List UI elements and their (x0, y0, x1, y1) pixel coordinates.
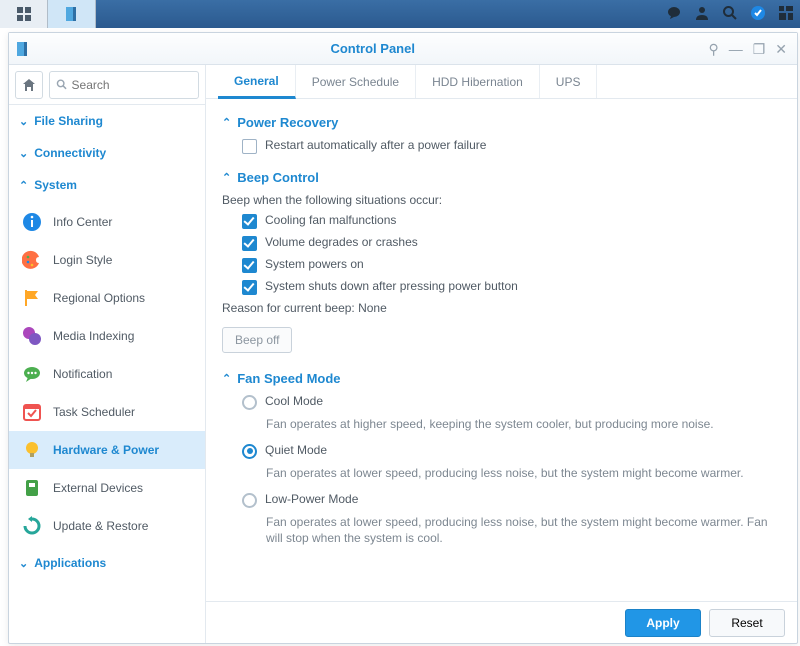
tab-ups[interactable]: UPS (540, 65, 598, 98)
chevron-up-icon: ⌃ (222, 372, 231, 385)
nav-external-devices[interactable]: External Devices (9, 469, 205, 507)
checkbox-restart-auto[interactable] (242, 139, 257, 154)
calendar-icon (21, 401, 43, 423)
nav-task-scheduler[interactable]: Task Scheduler (9, 393, 205, 431)
taskbar-main-menu[interactable] (0, 0, 48, 28)
beep-off-button[interactable]: Beep off (222, 327, 292, 353)
chat-icon (21, 363, 43, 385)
radio-quiet-mode[interactable] (242, 444, 257, 459)
tray-widget-icon[interactable] (750, 5, 766, 24)
footer: Apply Reset (206, 601, 797, 643)
home-button[interactable] (15, 71, 43, 99)
reset-button[interactable]: Reset (709, 609, 785, 637)
category-file-sharing[interactable]: ⌄File Sharing (9, 105, 205, 137)
desc-low-power-mode: Fan operates at lower speed, producing l… (266, 514, 781, 548)
search-input[interactable] (72, 78, 192, 92)
label-volume-degrades: Volume degrades or crashes (265, 235, 418, 249)
nav-regional-options[interactable]: Regional Options (9, 279, 205, 317)
taskbar (0, 0, 800, 28)
pin-icon[interactable]: ⚲ (708, 42, 718, 56)
tray-chat-icon[interactable] (666, 5, 682, 24)
palette-icon (21, 249, 43, 271)
tab-bar: General Power Schedule HDD Hibernation U… (206, 65, 797, 99)
label-low-power-mode: Low-Power Mode (265, 492, 358, 506)
category-connectivity[interactable]: ⌄Connectivity (9, 137, 205, 169)
taskbar-app-control-panel[interactable] (48, 0, 96, 28)
radio-cool-mode[interactable] (242, 395, 257, 410)
search-input-wrap[interactable] (49, 71, 199, 99)
nav-media-indexing[interactable]: Media Indexing (9, 317, 205, 355)
checkbox-fan-malfunction[interactable] (242, 214, 257, 229)
flag-icon (21, 287, 43, 309)
control-panel-window: Control Panel ⚲ — ❐ ✕ ⌄File Sharing ⌄Con… (8, 32, 798, 644)
tray-pilot-icon[interactable] (778, 5, 794, 24)
section-beep-control[interactable]: ⌃Beep Control (222, 170, 781, 185)
label-restart-auto: Restart automatically after a power fail… (265, 138, 486, 152)
chevron-down-icon: ⌄ (19, 115, 28, 128)
checkbox-volume-degrades[interactable] (242, 236, 257, 251)
checkbox-powers-on[interactable] (242, 258, 257, 273)
window-title: Control Panel (37, 41, 708, 56)
nav-hardware-power[interactable]: Hardware & Power (9, 431, 205, 469)
label-shutdown-button: System shuts down after pressing power b… (265, 279, 518, 293)
label-fan-malfunction: Cooling fan malfunctions (265, 213, 396, 227)
content-area: General Power Schedule HDD Hibernation U… (206, 65, 797, 643)
refresh-icon (21, 515, 43, 537)
nav-login-style[interactable]: Login Style (9, 241, 205, 279)
nav-list-system: Info Center Login Style Regional Options… (9, 201, 205, 547)
label-cool-mode: Cool Mode (265, 394, 323, 408)
chevron-up-icon: ⌃ (19, 179, 28, 192)
desc-quiet-mode: Fan operates at lower speed, producing l… (266, 465, 781, 482)
close-icon[interactable]: ✕ (775, 42, 787, 56)
tray-user-icon[interactable] (694, 5, 710, 24)
checkbox-shutdown-button[interactable] (242, 280, 257, 295)
chevron-up-icon: ⌃ (222, 171, 231, 184)
nav-info-center[interactable]: Info Center (9, 203, 205, 241)
chevron-down-icon: ⌄ (19, 147, 28, 160)
tray-search-icon[interactable] (722, 5, 738, 24)
system-tray (666, 0, 800, 28)
device-icon (21, 477, 43, 499)
titlebar: Control Panel ⚲ — ❐ ✕ (9, 33, 797, 65)
minimize-icon[interactable]: — (729, 42, 743, 56)
chevron-down-icon: ⌄ (19, 557, 28, 570)
sidebar: ⌄File Sharing ⌄Connectivity ⌃System Info… (9, 65, 206, 643)
beep-reason: Reason for current beep: None (222, 301, 781, 315)
section-fan-speed[interactable]: ⌃Fan Speed Mode (222, 371, 781, 386)
label-quiet-mode: Quiet Mode (265, 443, 327, 457)
tab-general[interactable]: General (218, 65, 296, 99)
media-icon (21, 325, 43, 347)
nav-update-restore[interactable]: Update & Restore (9, 507, 205, 545)
beep-intro: Beep when the following situations occur… (222, 193, 781, 207)
category-applications[interactable]: ⌄Applications (9, 547, 205, 579)
nav-notification[interactable]: Notification (9, 355, 205, 393)
settings-panel: ⌃Power Recovery Restart automatically af… (206, 99, 797, 601)
radio-low-power-mode[interactable] (242, 493, 257, 508)
label-powers-on: System powers on (265, 257, 364, 271)
desc-cool-mode: Fan operates at higher speed, keeping th… (266, 416, 781, 433)
apply-button[interactable]: Apply (625, 609, 701, 637)
category-system[interactable]: ⌃System (9, 169, 205, 201)
tab-hdd-hibernation[interactable]: HDD Hibernation (416, 65, 540, 98)
section-power-recovery[interactable]: ⌃Power Recovery (222, 115, 781, 130)
bulb-icon (21, 439, 43, 461)
info-icon (21, 211, 43, 233)
app-icon (9, 41, 37, 57)
tab-power-schedule[interactable]: Power Schedule (296, 65, 416, 98)
chevron-up-icon: ⌃ (222, 116, 231, 129)
search-icon (56, 78, 68, 91)
maximize-icon[interactable]: ❐ (753, 42, 766, 56)
